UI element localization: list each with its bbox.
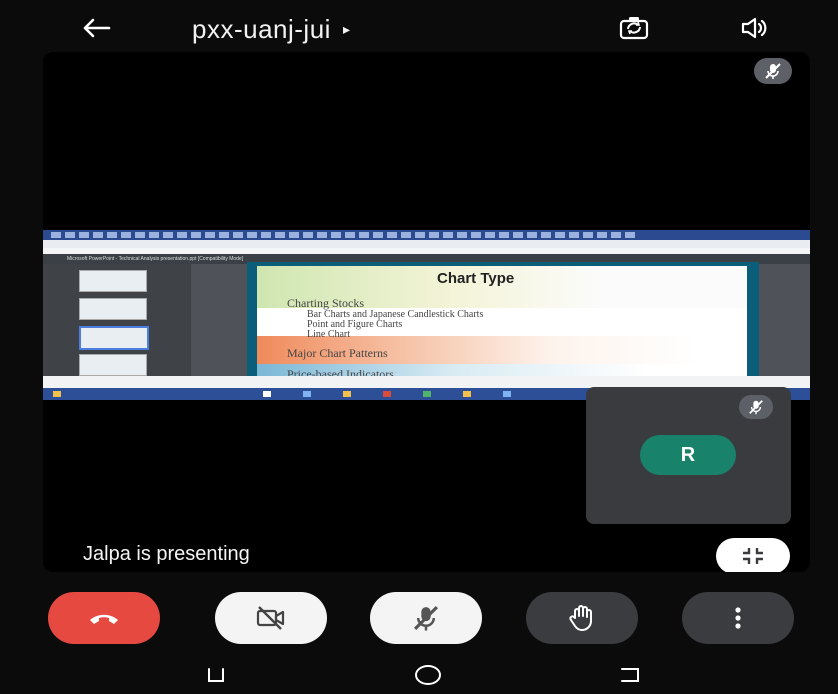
meeting-code-button[interactable]: pxx-uanj-jui ▸: [192, 14, 350, 45]
presentation-stage[interactable]: Microsoft PowerPoint - Technical Analysi…: [43, 52, 810, 572]
camera-off-icon: [256, 606, 285, 630]
home-icon: [415, 665, 441, 685]
back-arrow-icon[interactable]: [74, 10, 118, 46]
hand-icon: [569, 605, 592, 631]
mic-toggle-button[interactable]: [370, 592, 482, 644]
browser-tab-bar: [43, 230, 810, 240]
slide-thumbnail: [79, 298, 147, 320]
end-call-button[interactable]: [48, 592, 160, 644]
slide-thumbnails: [43, 264, 191, 376]
powerpoint-body: Chart Type Charting Stocks Bar Charts an…: [43, 262, 810, 384]
self-mic-off-icon: [739, 395, 773, 419]
nav-back-button[interactable]: [612, 660, 652, 690]
presenter-mic-off-icon: [754, 58, 792, 84]
slide-thumbnail-selected: [79, 326, 149, 350]
nav-back-icon: [621, 668, 639, 682]
switch-camera-icon[interactable]: [612, 10, 656, 46]
caret-right-icon: ▸: [342, 21, 351, 37]
current-slide: Chart Type Charting Stocks Bar Charts an…: [247, 262, 759, 384]
slide-bullet: Major Chart Patterns: [287, 346, 388, 360]
camera-toggle-button[interactable]: [215, 592, 327, 644]
slide-title: Chart Type: [437, 270, 515, 287]
meeting-code: pxx-uanj-jui: [192, 14, 331, 44]
minimize-button[interactable]: [716, 538, 790, 572]
recents-icon: [208, 668, 224, 682]
presenting-label: Jalpa is presenting: [83, 543, 250, 565]
slide-canvas: Chart Type Charting Stocks Bar Charts an…: [257, 266, 747, 384]
speaker-icon[interactable]: [732, 10, 776, 46]
browser-address-bar: [43, 240, 810, 248]
slide-thumbnail: [79, 270, 147, 292]
raise-hand-button[interactable]: [526, 592, 638, 644]
mic-off-icon: [414, 606, 438, 631]
more-vert-icon: [735, 607, 741, 629]
avatar: R: [640, 435, 736, 475]
slide-thumbnail: [79, 354, 147, 376]
shared-screen: Microsoft PowerPoint - Technical Analysi…: [43, 230, 810, 400]
more-options-button[interactable]: [682, 592, 794, 644]
nav-home-button[interactable]: [408, 660, 448, 690]
top-bar: pxx-uanj-jui ▸: [0, 0, 838, 52]
self-video-tile[interactable]: R: [586, 387, 791, 524]
slide-bullet: Line Chart: [307, 329, 351, 340]
nav-recents-button[interactable]: [196, 660, 236, 690]
minimize-icon: [743, 548, 763, 564]
phone-hangup-icon: [90, 614, 118, 624]
